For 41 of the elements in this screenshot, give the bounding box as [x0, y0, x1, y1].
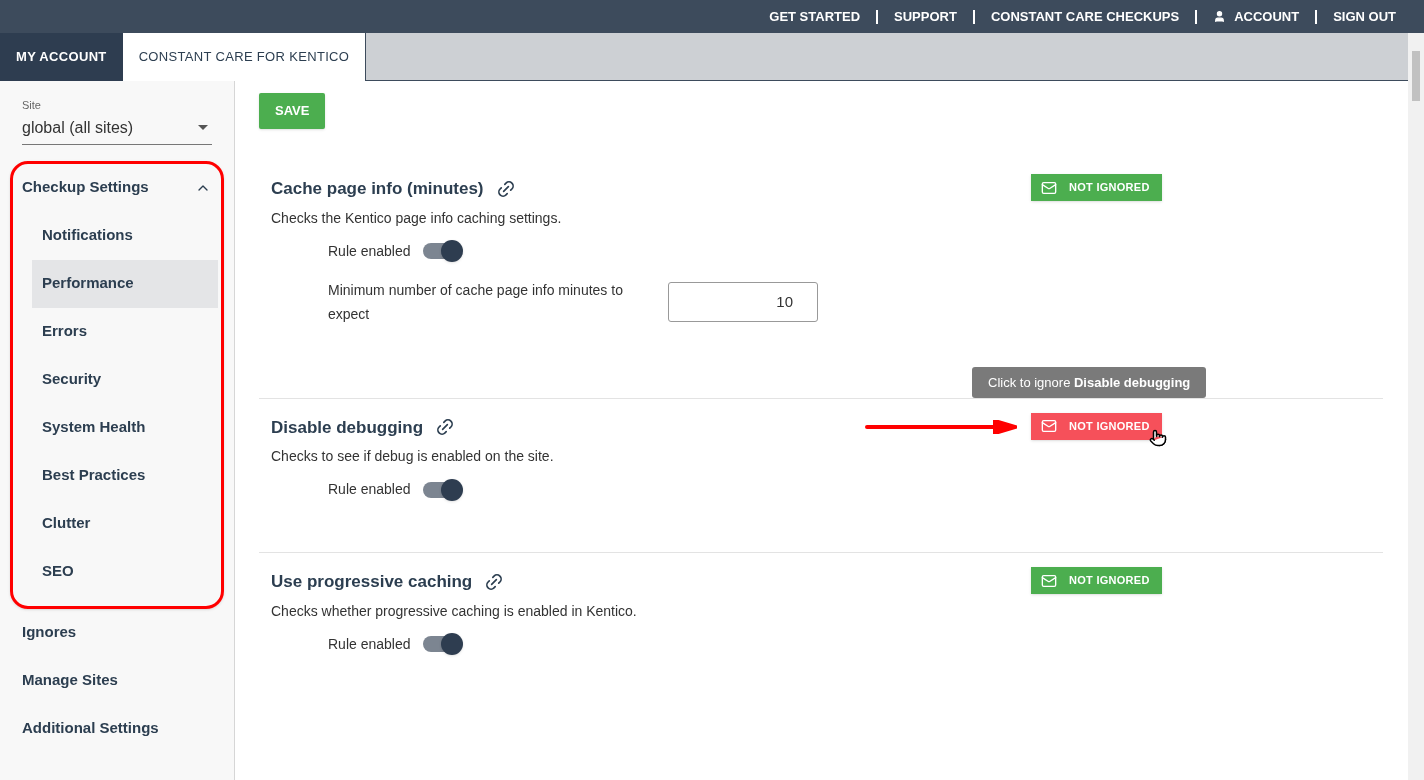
- toggle-switch[interactable]: [422, 636, 461, 652]
- tooltip: Click to ignore Disable debugging: [972, 366, 1207, 398]
- sidebar-subitem[interactable]: System Health: [32, 403, 218, 452]
- sidebar-subitem[interactable]: Best Practices: [32, 451, 218, 500]
- setting-label: Minimum number of cache page info minutes to expect: [328, 280, 624, 324]
- rule-description: Checks whether progressive caching is enabled in Kentico.: [271, 601, 638, 621]
- toggle-switch[interactable]: [422, 481, 461, 498]
- site-dropdown[interactable]: global (all sites): [22, 113, 212, 145]
- sidebar-subitem[interactable]: Performance: [32, 259, 218, 308]
- nav-link[interactable]: CONSTANT CARE CHECKUPS: [990, 6, 1180, 27]
- nav-link[interactable]: ACCOUNT: [1213, 6, 1300, 27]
- rule-enabled-label: Rule enabled: [328, 480, 411, 499]
- sidebar-subitem[interactable]: SEO: [32, 547, 218, 596]
- rule-enabled-label: Rule enabled: [328, 241, 411, 261]
- mail-icon: [1041, 572, 1057, 589]
- rule-title: Cache page info (minutes): [271, 178, 484, 200]
- site-label: Site: [22, 98, 42, 113]
- rule-enabled-label: Rule enabled: [328, 634, 411, 654]
- sidebar-subitem[interactable]: Clutter: [32, 499, 218, 548]
- sidebar-item[interactable]: Manage Sites: [10, 656, 224, 705]
- sidebar-subitem[interactable]: Security: [32, 355, 218, 404]
- tab[interactable]: MY ACCOUNT: [0, 33, 123, 81]
- rule-description: Checks to see if debug is enabled on the site.: [271, 447, 555, 466]
- rule-description: Checks the Kentico page info caching settings.: [271, 208, 563, 228]
- mail-icon: [1041, 179, 1057, 196]
- tab[interactable]: CONSTANT CARE FOR KENTICO: [122, 33, 367, 81]
- rule-title: Disable debugging: [271, 416, 424, 439]
- nav-link[interactable]: SUPPORT: [894, 6, 957, 27]
- sidebar-item[interactable]: Ignores: [10, 608, 224, 657]
- rule-title: Use progressive caching: [271, 571, 473, 593]
- number-field[interactable]: 10: [668, 281, 818, 322]
- scrollbar[interactable]: [1408, 33, 1424, 780]
- toggle-switch[interactable]: [422, 243, 461, 259]
- nav-link[interactable]: SIGN OUT: [1333, 6, 1396, 27]
- sidebar-item[interactable]: Checkup Settings: [13, 163, 221, 212]
- sidebar-subitem[interactable]: Errors: [32, 307, 218, 356]
- mail-icon: [1041, 418, 1057, 434]
- caret-icon: [198, 125, 208, 130]
- sidebar-item[interactable]: Additional Settings: [10, 704, 224, 753]
- nav-link[interactable]: GET STARTED: [769, 6, 861, 27]
- sidebar-subitem[interactable]: Notifications: [32, 211, 218, 260]
